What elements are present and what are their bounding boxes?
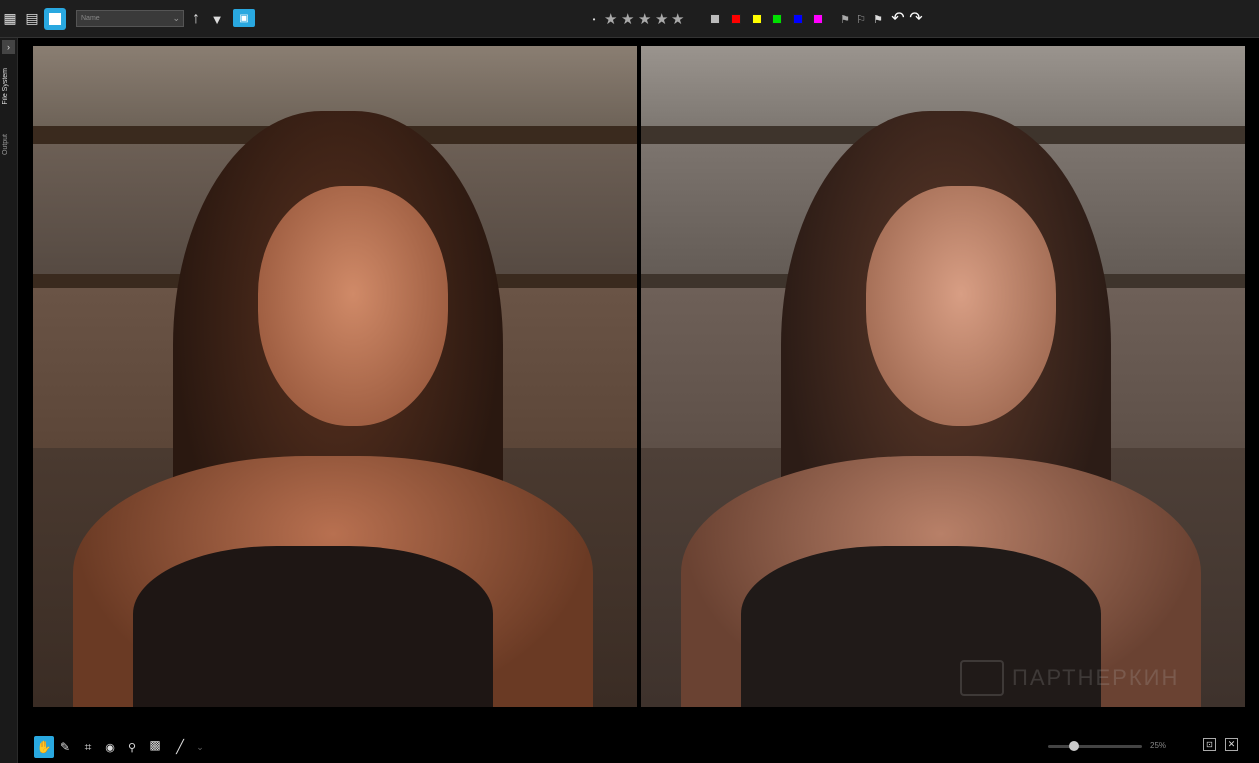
photo-original[interactable] [33, 46, 637, 707]
rotate-right-icon[interactable]: ↷ [908, 9, 924, 27]
star-2-icon[interactable]: ★ [621, 10, 634, 28]
sort-dropdown[interactable]: Name ⌄ [76, 10, 184, 27]
zoom-label: 25% [1150, 741, 1167, 750]
watermark-logo-icon [960, 660, 1004, 696]
color-label-magenta[interactable] [813, 14, 823, 24]
compare-icon[interactable]: ▣ [233, 9, 255, 27]
top-toolbar: ▦ ▤ Name ⌄ ↑ ▼ ▣ • ★ ★ ★ ★ ★ ⚑ ⚐ ⚑ ↶ ↷ [0, 0, 1259, 38]
zoom-slider-thumb[interactable] [1069, 741, 1079, 751]
no-rating-dot[interactable]: • [591, 14, 597, 24]
zoom-slider[interactable] [1048, 741, 1142, 751]
filmstrip-view-icon[interactable]: ▤ [24, 10, 40, 26]
photo-edited[interactable] [641, 46, 1245, 707]
color-label-blue[interactable] [793, 14, 803, 24]
star-5-icon[interactable]: ★ [671, 10, 684, 28]
expand-sidebar-icon[interactable]: › [2, 40, 15, 54]
color-label-red[interactable] [731, 14, 741, 24]
star-3-icon[interactable]: ★ [638, 10, 651, 28]
crop-icon[interactable]: ⌗ [80, 738, 96, 756]
left-sidebar: › File System Output [0, 38, 18, 763]
watermark: ПАРТНЕРКИН [960, 660, 1179, 696]
spot-heal-icon[interactable]: ⚲ [124, 738, 140, 756]
single-view-icon [49, 13, 61, 25]
grid-view-icon[interactable]: ▦ [2, 10, 18, 26]
single-view-button[interactable] [44, 8, 66, 30]
color-label-green[interactable] [772, 14, 782, 24]
rotate-left-icon[interactable]: ↶ [890, 9, 906, 27]
color-label-none[interactable] [710, 14, 720, 24]
star-1-icon[interactable]: ★ [604, 10, 617, 28]
hand-icon: ✋ [36, 740, 52, 754]
filter-icon[interactable]: ▼ [208, 10, 226, 28]
chevron-down-icon: ⌄ [172, 13, 180, 23]
bottom-toolbar: ✋ ✎ ⌗ ◉ ⚲ ▩ ╱ ⌄ 25% ⊡ ✕ [18, 722, 1259, 763]
gradient-mask-icon[interactable]: ▩ [146, 736, 164, 754]
flag-clear-icon[interactable]: ⚑ [870, 10, 886, 28]
fullscreen-icon[interactable]: ✕ [1225, 738, 1238, 751]
sort-dropdown-value: Name [81, 15, 100, 22]
tab-file-system[interactable]: File System [2, 68, 9, 105]
fit-to-window-icon[interactable]: ⊡ [1203, 738, 1216, 751]
color-label-yellow[interactable] [752, 14, 762, 24]
red-eye-icon[interactable]: ◉ [102, 738, 118, 756]
hand-tool-button[interactable]: ✋ [34, 736, 54, 758]
watermark-text: ПАРТНЕРКИН [1012, 665, 1180, 690]
eyedropper-icon[interactable]: ✎ [58, 738, 72, 756]
flag-pick-icon[interactable]: ⚑ [838, 10, 852, 28]
sort-ascending-icon[interactable]: ↑ [187, 10, 205, 28]
straighten-icon[interactable]: ╱ [172, 738, 188, 756]
flag-reject-icon[interactable]: ⚐ [854, 10, 868, 28]
tab-output[interactable]: Output [2, 134, 9, 155]
star-4-icon[interactable]: ★ [655, 10, 668, 28]
more-tools-chevron-icon[interactable]: ⌄ [194, 738, 206, 756]
